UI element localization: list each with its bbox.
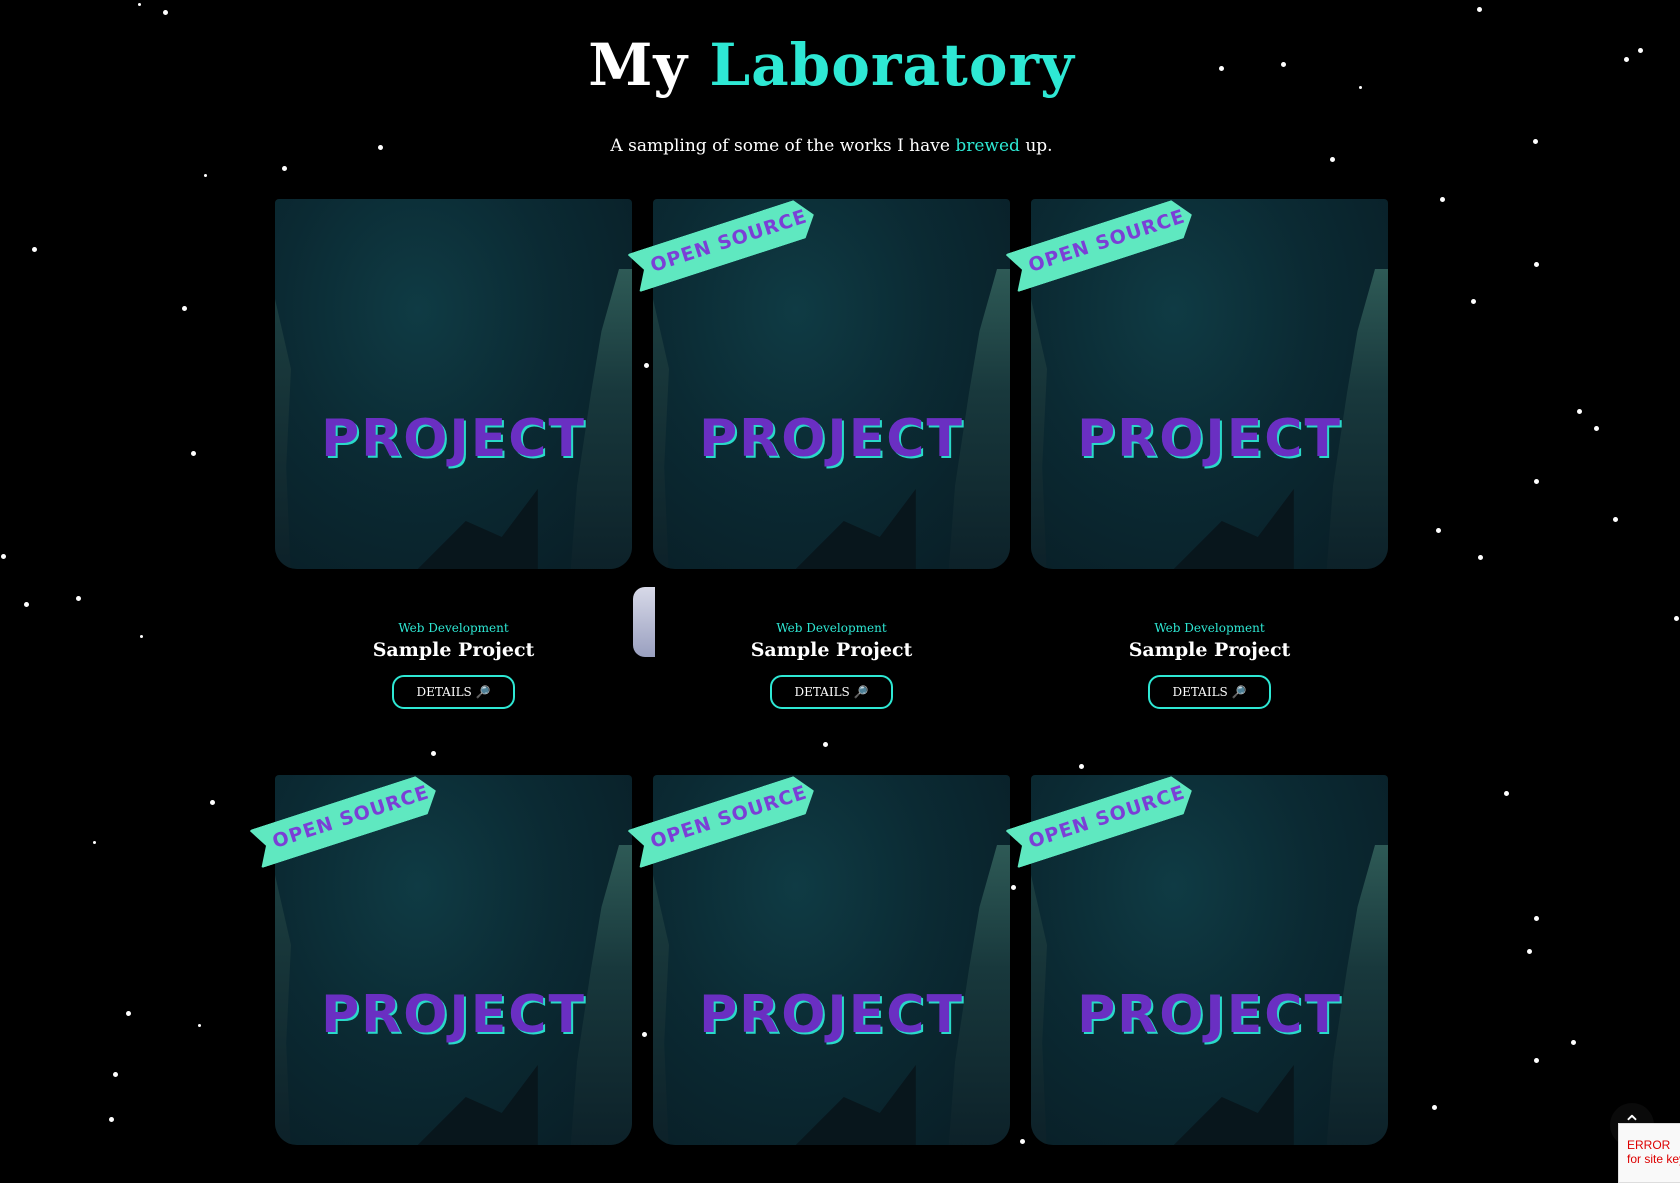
project-category: Web Development	[1154, 621, 1265, 635]
thumbnail-label: PROJECT	[1077, 409, 1342, 469]
page-title: My Laboratory	[0, 30, 1663, 100]
project-card: PROJECT Web Development Sample Project D…	[275, 199, 632, 709]
project-thumbnail[interactable]: PROJECT	[275, 199, 632, 569]
subtitle-end: up.	[1025, 136, 1053, 156]
title-prefix: My	[588, 31, 689, 99]
astronaut-decoration	[633, 587, 655, 657]
page-subtitle: A sampling of some of the works I have b…	[0, 136, 1663, 156]
thumbnail-label: PROJECT	[321, 985, 586, 1045]
title-accent: Laboratory	[709, 31, 1075, 99]
page-heading: My Laboratory A sampling of some of the …	[0, 30, 1663, 156]
details-button[interactable]: DETAILS 🔎	[392, 675, 515, 709]
thumbnail-label: PROJECT	[1077, 985, 1342, 1045]
project-name: Sample Project	[1128, 639, 1291, 661]
recaptcha-error-text: ERROR for site key	[1627, 1138, 1680, 1166]
details-button[interactable]: DETAILS 🔎	[1148, 675, 1271, 709]
thumbnail-label: PROJECT	[321, 409, 586, 469]
project-name: Sample Project	[372, 639, 535, 661]
recaptcha-badge: ERROR for site key	[1618, 1123, 1680, 1183]
subtitle-accent: brewed	[955, 136, 1020, 156]
subtitle-text: A sampling of some of the works I have	[610, 136, 950, 156]
project-name: Sample Project	[750, 639, 913, 661]
project-category: Web Development	[398, 621, 509, 635]
details-button[interactable]: DETAILS 🔎	[770, 675, 893, 709]
thumbnail-label: PROJECT	[699, 985, 964, 1045]
thumbnail-label: PROJECT	[699, 409, 964, 469]
project-category: Web Development	[776, 621, 887, 635]
